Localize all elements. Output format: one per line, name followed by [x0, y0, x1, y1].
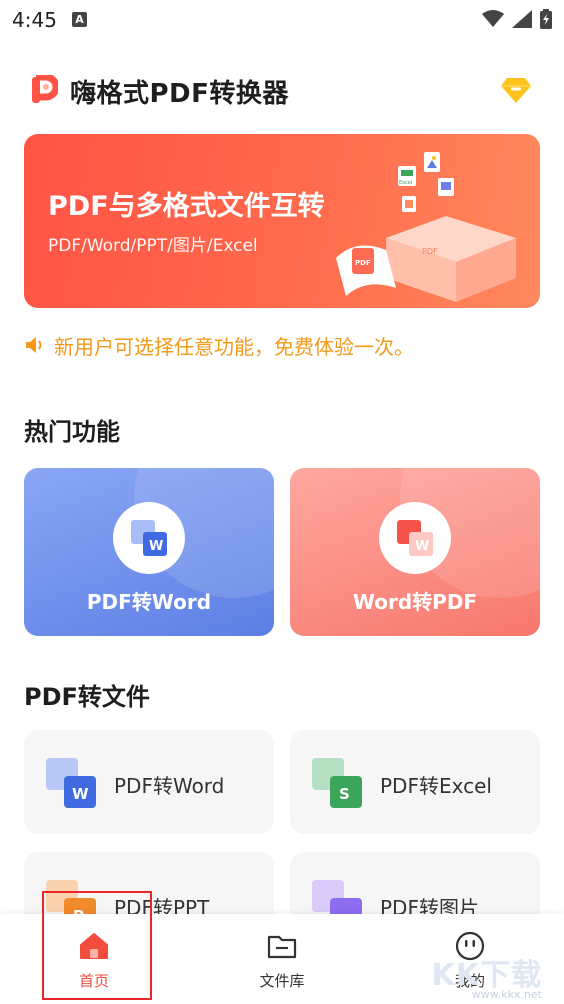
- svg-text:W: W: [415, 539, 429, 554]
- wifi-icon: [482, 10, 504, 27]
- status-time: 4:45: [12, 8, 57, 32]
- vip-diamond-icon[interactable]: [500, 74, 532, 106]
- word-doc-icon: W: [46, 758, 96, 808]
- signal-icon: [512, 10, 532, 28]
- svg-text:W: W: [72, 785, 89, 803]
- hot-word-to-pdf-card[interactable]: W Word转PDF: [290, 468, 540, 636]
- hot-card-label: Word转PDF: [352, 590, 478, 614]
- icon-circle: W: [379, 502, 451, 574]
- home-highlight-box: [42, 891, 152, 1000]
- banner-subtitle: PDF/Word/PPT/图片/Excel: [48, 236, 258, 256]
- file-converter-illustration-icon: PDF PDF Excel: [336, 152, 516, 302]
- file-card-label: PDF转Word: [114, 774, 225, 798]
- new-user-notice: 新用户可选择任意功能，免费体验一次。: [24, 330, 414, 360]
- svg-text:S: S: [339, 785, 350, 803]
- hot-card-label: PDF转Word: [86, 590, 212, 614]
- hot-features-title: 热门功能: [24, 418, 120, 446]
- nav-label: 文件库: [259, 972, 305, 990]
- promo-banner[interactable]: PDF与多格式文件互转 PDF/Word/PPT/图片/Excel PDF PD…: [24, 134, 540, 308]
- hot-pdf-to-word-card[interactable]: W PDF转Word: [24, 468, 274, 636]
- pdf-to-word-icon: W: [131, 520, 167, 556]
- pdf-to-file-title: PDF转文件: [24, 683, 150, 711]
- excel-doc-icon: S: [312, 758, 362, 808]
- folder-icon: [267, 935, 297, 959]
- battery-icon: [540, 9, 552, 29]
- app-header: 嗨格式PDF转换器: [24, 70, 540, 114]
- file-card-label: PDF转Excel: [380, 774, 492, 798]
- app-title: 嗨格式PDF转换器: [70, 79, 289, 109]
- notice-text: 新用户可选择任意功能，免费体验一次。: [54, 334, 414, 359]
- icon-circle: W: [113, 502, 185, 574]
- banner-title: PDF与多格式文件互转: [48, 191, 325, 222]
- watermark-url: www.kkx.net: [471, 988, 542, 1001]
- status-bar: 4:45 A: [0, 0, 564, 38]
- pdf-doc-label: PDF: [355, 259, 371, 267]
- nav-file-library[interactable]: 文件库: [222, 914, 342, 1004]
- pdf-to-word-card[interactable]: W PDF转Word: [24, 730, 274, 834]
- box-label: PDF: [422, 247, 438, 256]
- svg-text:W: W: [149, 539, 163, 554]
- word-to-pdf-icon: W: [397, 520, 433, 556]
- app-logo-icon: [32, 75, 58, 103]
- pdf-to-excel-card[interactable]: S PDF转Excel: [290, 730, 540, 834]
- status-icons: [482, 9, 552, 29]
- speaker-icon: [26, 337, 42, 353]
- notification-badge: A: [72, 12, 87, 27]
- excel-doc-label: Excel: [399, 180, 412, 186]
